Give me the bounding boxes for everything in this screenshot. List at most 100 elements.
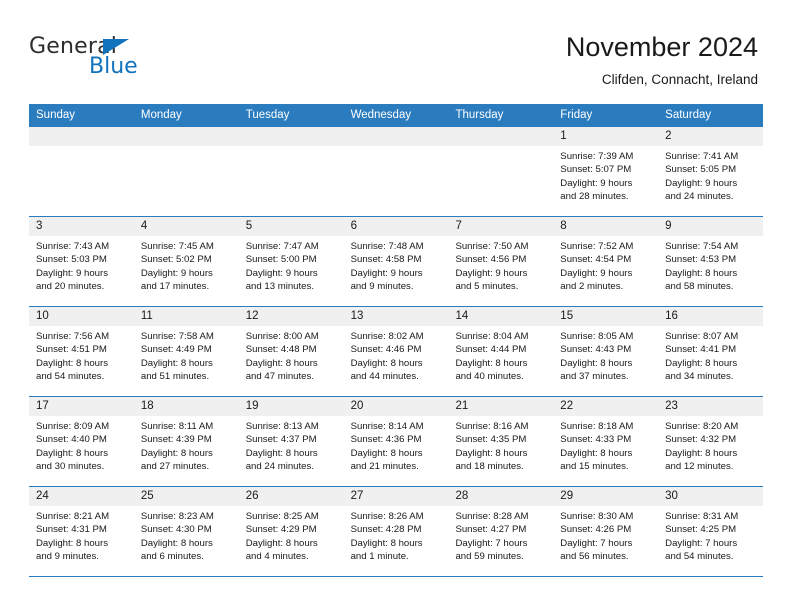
day-detail-line: and 34 minutes. — [665, 370, 734, 382]
day-cell[interactable]: Sunrise: 7:39 AM Sunset: 5:07 PM Daylight:… — [553, 146, 658, 216]
day-cell[interactable]: Sunrise: 7:48 AM Sunset: 4:58 PM Daylight:… — [344, 236, 449, 306]
day-cell[interactable]: Sunrise: 8:21 AM Sunset: 4:31 PM Daylight:… — [29, 506, 134, 576]
day-detail-line: and 30 minutes. — [36, 460, 105, 472]
day-cell[interactable]: Sunrise: 8:11 AM Sunset: 4:39 PM Daylight:… — [134, 416, 239, 486]
day-number[interactable]: 16 — [658, 307, 763, 326]
day-detail-line: Sunrise: 7:47 AM — [245, 241, 319, 252]
day-number[interactable]: 29 — [553, 487, 658, 506]
day-number[interactable]: 10 — [29, 307, 134, 326]
day-detail-line: Sunrise: 7:54 AM — [665, 241, 739, 252]
day-number[interactable]: 25 — [134, 487, 239, 506]
day-cell[interactable]: Sunrise: 8:26 AM Sunset: 4:28 PM Daylight:… — [344, 506, 449, 576]
day-cell[interactable]: Sunrise: 8:30 AM Sunset: 4:26 PM Daylight:… — [553, 506, 658, 576]
day-cell[interactable]: Sunrise: 8:00 AM Sunset: 4:48 PM Daylight:… — [239, 326, 344, 396]
day-cell[interactable]: Sunrise: 7:56 AM Sunset: 4:51 PM Daylight:… — [29, 326, 134, 396]
day-number[interactable]: 27 — [344, 487, 449, 506]
day-cell[interactable]: Sunrise: 8:16 AM Sunset: 4:35 PM Daylight:… — [448, 416, 553, 486]
day-number[interactable]: 9 — [658, 217, 763, 236]
day-cell[interactable]: Sunrise: 8:28 AM Sunset: 4:27 PM Daylight:… — [448, 506, 553, 576]
day-cell[interactable]: Sunrise: 8:13 AM Sunset: 4:37 PM Daylight:… — [239, 416, 344, 486]
day-number[interactable]: 20 — [344, 397, 449, 416]
day-number[interactable]: 4 — [134, 217, 239, 236]
day-number[interactable]: 12 — [239, 307, 344, 326]
day-detail-line: Sunset: 4:49 PM — [140, 344, 212, 356]
day-cell[interactable]: Sunrise: 8:23 AM Sunset: 4:30 PM Daylight:… — [134, 506, 239, 576]
day-detail-line: Sunset: 5:03 PM — [36, 254, 107, 266]
day-detail-line: and 54 minutes. — [36, 370, 105, 382]
day-number[interactable]: 8 — [553, 217, 658, 236]
day-cell[interactable]: Sunrise: 7:52 AM Sunset: 4:54 PM Daylight:… — [553, 236, 658, 306]
day-cell[interactable]: Sunrise: 7:47 AM Sunset: 5:00 PM Daylight:… — [239, 236, 344, 306]
day-number[interactable]: 5 — [239, 217, 344, 236]
day-cell[interactable]: Sunrise: 7:50 AM Sunset: 4:56 PM Daylight:… — [448, 236, 553, 306]
day-detail-line: Sunset: 5:07 PM — [560, 164, 632, 176]
day-cell[interactable]: Sunrise: 7:54 AM Sunset: 4:53 PM Daylight:… — [658, 236, 763, 306]
day-cell[interactable]: Sunrise: 8:02 AM Sunset: 4:46 PM Daylight:… — [344, 326, 449, 396]
day-number[interactable]: 28 — [448, 487, 553, 506]
day-number[interactable]: 3 — [29, 217, 134, 236]
day-number[interactable]: 26 — [239, 487, 344, 506]
calendar-weeks: 1 2 Sunrise: 7:39 AM Sunset: 5:07 PM Dayligh… — [29, 126, 763, 576]
day-number[interactable]: 6 — [344, 217, 449, 236]
day-number[interactable]: 23 — [658, 397, 763, 416]
day-detail-line: and 59 minutes. — [455, 550, 524, 562]
day-number-empty — [239, 127, 344, 146]
day-detail-line: and 51 minutes. — [140, 370, 210, 382]
day-detail-line: Daylight: 8 hours — [350, 447, 423, 459]
day-detail-line: Daylight: 8 hours — [560, 447, 633, 459]
day-detail-line: Sunrise: 7:52 AM — [560, 241, 634, 252]
page-title: November 2024 — [565, 32, 758, 62]
day-number[interactable]: 1 — [553, 127, 658, 146]
week-daynumber-band: 10 11 12 13 14 15 16 — [29, 306, 763, 326]
day-number[interactable]: 15 — [553, 307, 658, 326]
day-cell[interactable]: Sunrise: 8:20 AM Sunset: 4:32 PM Daylight:… — [658, 416, 763, 486]
day-cell[interactable]: Sunrise: 8:07 AM Sunset: 4:41 PM Daylight:… — [658, 326, 763, 396]
day-detail-line: Sunset: 5:00 PM — [245, 254, 317, 266]
day-number[interactable]: 7 — [448, 217, 553, 236]
day-detail-line: and 5 minutes. — [455, 280, 519, 292]
day-cell[interactable]: Sunrise: 8:25 AM Sunset: 4:29 PM Daylight:… — [239, 506, 344, 576]
day-number[interactable]: 19 — [239, 397, 344, 416]
day-detail-line: Sunset: 4:37 PM — [245, 434, 317, 446]
weekday-header-monday: Monday — [140, 109, 182, 121]
day-cell[interactable]: Sunrise: 8:14 AM Sunset: 4:36 PM Daylight:… — [344, 416, 449, 486]
day-number[interactable]: 21 — [448, 397, 553, 416]
day-number[interactable]: 30 — [658, 487, 763, 506]
day-detail-line: Sunrise: 7:41 AM — [665, 151, 739, 162]
day-number[interactable]: 2 — [658, 127, 763, 146]
day-detail-line: Sunrise: 8:25 AM — [245, 511, 319, 522]
day-detail-line: Daylight: 8 hours — [455, 357, 528, 369]
day-cell[interactable]: Sunrise: 8:18 AM Sunset: 4:33 PM Daylight:… — [553, 416, 658, 486]
day-cell[interactable]: Sunrise: 8:31 AM Sunset: 4:25 PM Daylight:… — [658, 506, 763, 576]
day-number[interactable]: 11 — [134, 307, 239, 326]
day-number[interactable]: 14 — [448, 307, 553, 326]
day-detail-line: and 56 minutes. — [560, 550, 629, 562]
day-detail-line: Sunrise: 7:45 AM — [140, 241, 214, 252]
day-cell[interactable]: Sunrise: 7:41 AM Sunset: 5:05 PM Daylight:… — [658, 146, 763, 216]
day-number[interactable]: 13 — [344, 307, 449, 326]
day-detail-line: and 54 minutes. — [665, 550, 734, 562]
day-number[interactable]: 18 — [134, 397, 239, 416]
day-detail-line: Daylight: 9 hours — [245, 267, 318, 279]
day-number[interactable]: 17 — [29, 397, 134, 416]
day-detail-line: Sunrise: 8:13 AM — [245, 421, 319, 432]
day-detail-line: Sunrise: 8:20 AM — [665, 421, 739, 432]
day-detail-line: Sunset: 4:48 PM — [245, 344, 317, 356]
page-header: General Blue November 2024 Clifden, Conn… — [0, 0, 792, 104]
logo-text-blue: Blue — [89, 54, 138, 79]
day-detail-line: and 6 minutes. — [140, 550, 204, 562]
week-daynumber-band: 24 25 26 27 28 29 30 — [29, 486, 763, 506]
weekday-header-thursday: Thursday — [455, 109, 504, 121]
day-cell[interactable]: Sunrise: 8:04 AM Sunset: 4:44 PM Daylight:… — [448, 326, 553, 396]
day-cell[interactable]: Sunrise: 7:58 AM Sunset: 4:49 PM Daylight:… — [134, 326, 239, 396]
day-detail-line: Sunrise: 7:48 AM — [350, 241, 424, 252]
day-cell[interactable]: Sunrise: 8:09 AM Sunset: 4:40 PM Daylight:… — [29, 416, 134, 486]
day-cell[interactable]: Sunrise: 7:43 AM Sunset: 5:03 PM Daylight:… — [29, 236, 134, 306]
day-number[interactable]: 24 — [29, 487, 134, 506]
day-cell[interactable]: Sunrise: 8:05 AM Sunset: 4:43 PM Daylight:… — [553, 326, 658, 396]
day-detail-line: Daylight: 8 hours — [665, 357, 738, 369]
weekday-header-friday: Friday — [560, 109, 593, 121]
day-detail-line: Daylight: 8 hours — [350, 357, 423, 369]
day-cell[interactable]: Sunrise: 7:45 AM Sunset: 5:02 PM Daylight:… — [134, 236, 239, 306]
day-number[interactable]: 22 — [553, 397, 658, 416]
